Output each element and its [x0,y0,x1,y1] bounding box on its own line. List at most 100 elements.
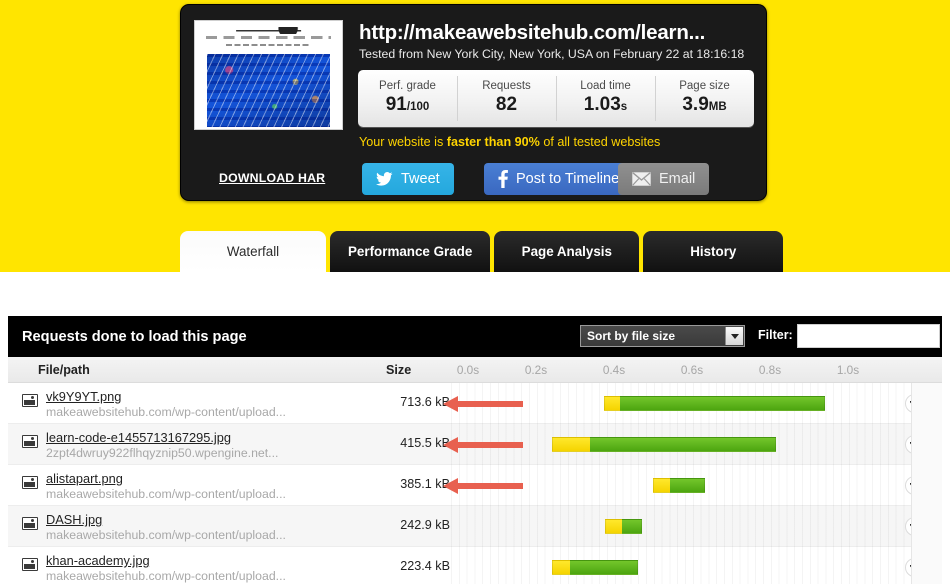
axis-tick: 1.0s [836,363,860,377]
waterfall-cell [451,506,911,547]
axis-tick: 0.6s [680,363,704,377]
email-button[interactable]: Email [618,163,710,195]
table-row[interactable]: DASH.jpg makeawebsitehub.com/wp-content/u… [8,506,942,547]
waterfall-gridlines [451,506,911,547]
thumbnail-hero-image [207,54,330,127]
tab-performance-grade[interactable]: Performance Grade [330,231,491,272]
waterfall-bar-receive [620,396,825,411]
axis-tick: 0.4s [602,363,626,377]
image-file-icon [22,394,38,407]
column-header-size: Size [386,363,412,377]
table-row[interactable]: khan-academy.jpg makeawebsitehub.com/wp-c… [8,547,942,584]
tested-from-line: Tested from New York City, New York, USA… [359,47,745,61]
request-path: makeawebsitehub.com/wp-content/upload... [46,528,286,542]
tweet-button[interactable]: Tweet [362,163,454,195]
column-header-row: File/path Size 0.0s 0.2s 0.4s 0.6s 0.8s … [8,357,942,383]
waterfall-cell [451,424,911,465]
image-file-icon [22,435,38,448]
site-thumbnail [194,20,343,130]
twitter-icon [376,172,393,186]
stat-requests: Requests 82 [457,70,556,127]
tested-url: http://makeawebsitehub.com/learn... [359,21,706,44]
waterfall-bar-wait [653,478,670,493]
thumbnail-nav [205,36,332,39]
post-to-timeline-button[interactable]: Post to Timeline [484,163,634,195]
request-filename-link[interactable]: alistapart.png [46,471,123,486]
axis-tick: 0.8s [758,363,782,377]
filter-input-wrapper[interactable] [797,324,940,348]
stat-label: Page size [679,79,730,92]
action-row: DOWNLOAD HAR Tweet Post to Timeline Emai… [194,163,754,195]
column-header-filepath: File/path [38,363,90,377]
waterfall-cell [451,465,911,506]
list-right-gutter [911,383,942,584]
stat-value: 1.03s [583,93,628,115]
waterfall-bar-receive [570,560,638,575]
request-path: 2zpt4dwruy922flhqyznip50.wpengine.net... [46,446,279,460]
image-file-icon [22,517,38,530]
table-row[interactable]: vk9Y9YT.png makeawebsitehub.com/wp-conten… [8,383,942,424]
request-list: vk9Y9YT.png makeawebsitehub.com/wp-conten… [8,383,942,584]
request-size: 223.4 kB [400,559,450,573]
request-filename-link[interactable]: DASH.jpg [46,512,102,527]
download-har-link[interactable]: DOWNLOAD HAR [219,171,325,185]
envelope-icon [632,172,651,186]
request-size: 713.6 kB [400,395,450,409]
thumbnail-tagline [225,44,312,47]
table-row[interactable]: alistapart.png makeawebsitehub.com/wp-con… [8,465,942,506]
image-file-icon [22,558,38,571]
stat-value: 82 [495,93,518,115]
request-size: 415.5 kB [400,436,450,450]
axis-tick: 0.0s [456,363,480,377]
stat-perf-grade: Perf. grade 91/100 [358,70,457,127]
stat-value: 3.9MB [682,93,727,115]
waterfall-cell [451,383,911,424]
waterfall-bar-wait [604,396,620,411]
request-path: makeawebsitehub.com/wp-content/upload... [46,405,286,419]
request-path: makeawebsitehub.com/wp-content/upload... [46,487,286,501]
waterfall-header-bar: Requests done to load this page Sort by … [8,316,942,357]
faster-than-message: Your website is faster than 90% of all t… [359,135,661,149]
tab-history[interactable]: History [643,231,784,272]
sort-select[interactable]: Sort by file size [580,325,745,347]
waterfall-gridlines [451,547,911,584]
summary-card: http://makeawebsitehub.com/learn... Test… [180,4,767,201]
request-size: 242.9 kB [400,518,450,532]
tab-waterfall[interactable]: Waterfall [180,231,326,272]
waterfall-bar-wait [552,560,570,575]
stat-load-time: Load time 1.03s [556,70,655,127]
facebook-icon [498,170,508,188]
axis-tick: 0.2s [524,363,548,377]
sort-select-value: Sort by file size [587,329,676,343]
waterfall-bar-receive [622,519,642,534]
waterfall-cell [451,547,911,584]
filter-label: Filter: [758,328,793,342]
stats-box: Perf. grade 91/100 Requests 82 Load time… [358,70,754,127]
tab-page-analysis[interactable]: Page Analysis [494,231,640,272]
stat-value: 91/100 [385,93,430,115]
pingdom-speed-test-page: http://makeawebsitehub.com/learn... Test… [0,0,950,584]
table-row[interactable]: learn-code-e1455713167295.jpg 2zpt4dwruy9… [8,424,942,465]
yellow-banner: http://makeawebsitehub.com/learn... Test… [0,0,950,272]
image-file-icon [22,476,38,489]
filter-input[interactable] [798,325,939,347]
waterfall-bar-receive [670,478,705,493]
request-size: 385.1 kB [400,477,450,491]
request-filename-link[interactable]: vk9Y9YT.png [46,389,121,404]
request-filename-link[interactable]: khan-academy.jpg [46,553,150,568]
request-filename-link[interactable]: learn-code-e1455713167295.jpg [46,430,231,445]
waterfall-title: Requests done to load this page [22,328,247,345]
stat-label: Perf. grade [379,79,436,92]
chevron-down-icon [725,327,743,345]
thumbnail-logo [235,26,302,34]
stat-page-size: Page size 3.9MB [655,70,754,127]
stat-label: Load time [580,79,631,92]
waterfall-bar-receive [590,437,776,452]
waterfall-panel: Requests done to load this page Sort by … [0,272,950,584]
tweet-button-label: Tweet [401,171,440,187]
waterfall-bar-wait [552,437,590,452]
email-button-label: Email [659,171,696,187]
waterfall-bar-wait [605,519,622,534]
post-to-timeline-button-label: Post to Timeline [516,171,620,187]
stat-label: Requests [482,79,531,92]
